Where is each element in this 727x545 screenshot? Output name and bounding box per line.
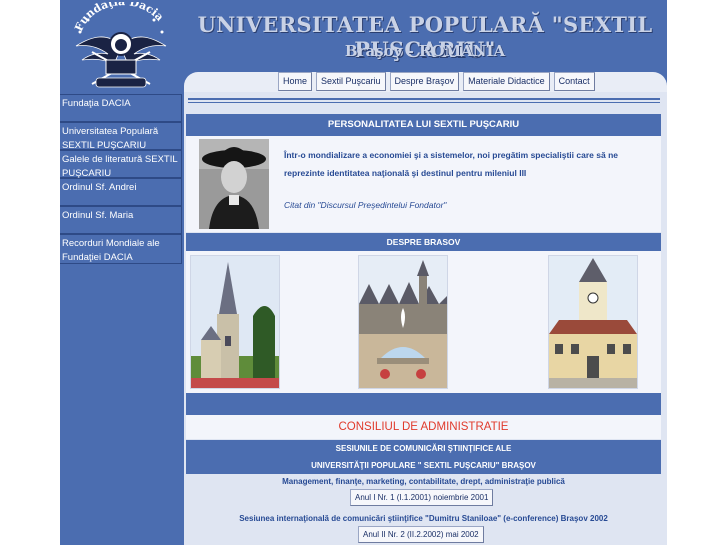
sidebar-item-galele-de-literatura[interactable]: Galele de literatură SEXTIL PUŞCARIU: [60, 150, 182, 179]
council-link[interactable]: CONSILIUL DE ADMINISTRATIE: [186, 415, 661, 439]
brasov-photos: [186, 251, 661, 393]
sidebar-item-fundatia-dacia[interactable]: Fundaţia DACIA: [60, 94, 182, 122]
brasov-church-photo[interactable]: [190, 255, 280, 389]
brasov-square-fountain-photo[interactable]: [358, 255, 448, 389]
management-topics: Management, finanţe, marketing, contabil…: [282, 477, 565, 486]
personality-section: Într-o mondializare a economiei şi a sis…: [186, 136, 661, 232]
brasov-heading: DESPRE BRASOV: [186, 233, 661, 251]
svg-text:Fundaţia Dacia: Fundaţia Dacia: [72, 2, 166, 33]
blue-separator: [186, 393, 661, 415]
nav-sextil-puscariu[interactable]: Sextil Puşcariu: [316, 72, 386, 91]
year1-issue-button[interactable]: Anul I Nr. 1 (I.1.2001) noiembrie 2001: [350, 489, 494, 506]
brasov-council-house-photo[interactable]: [548, 255, 638, 389]
nav-despre-brasov[interactable]: Despre Braşov: [389, 72, 460, 91]
page-wrapper: Fundaţia Dacia UNIVERSITATEA POPULARĂ "S…: [60, 0, 667, 545]
sessions-heading-line1: SESIUNILE DE COMUNICĂRI ŞTIINŢIFICE ALE: [335, 444, 512, 453]
divider: [188, 98, 660, 100]
personality-heading: PERSONALITATEA LUI SEXTIL PUŞCARIU: [186, 114, 661, 136]
nav-contact[interactable]: Contact: [553, 72, 595, 91]
quote-citation: Citat din "Discursul Preşedintelui Fonda…: [284, 200, 447, 210]
nav-materiale-didactice[interactable]: Materiale Didactice: [463, 72, 550, 91]
main-content: PERSONALITATEA LUI SEXTIL PUŞCARIU Într-…: [184, 92, 667, 545]
sidebar-item-ordinul-sf-andrei[interactable]: Ordinul Sf. Andrei: [60, 178, 182, 206]
sessions-heading: SESIUNILE DE COMUNICĂRI ŞTIINŢIFICE ALE …: [186, 440, 661, 474]
sidebar: Fundaţia DACIA Universitatea Populară SE…: [60, 92, 184, 545]
sessions-heading-line2: UNIVERSITĂŢII POPULARE " SEXTIL PUŞCARIU…: [311, 461, 536, 470]
year2-issue-button[interactable]: Anul II Nr. 2 (II.2.2002) mai 2002: [358, 526, 484, 543]
top-navigation: Home Sextil Puşcariu Despre Braşov Mater…: [278, 72, 595, 92]
sextil-puscariu-portrait: [199, 139, 269, 229]
divider: [188, 102, 660, 103]
conference-title: Sesiunea internaţională de comunicări şt…: [239, 514, 608, 523]
nav-home[interactable]: Home: [278, 72, 313, 91]
sidebar-item-universitatea-populara[interactable]: Universitatea Populară SEXTIL PUŞCARIU: [60, 122, 182, 151]
fundatia-dacia-logo[interactable]: Fundaţia Dacia: [62, 0, 180, 90]
page-subtitle: Braşov - ROMÂNIA: [344, 42, 506, 60]
sidebar-item-recorduri-mondiale[interactable]: Recorduri Mondiale ale Fundaţiei DACIA: [60, 234, 182, 264]
founder-quote: Într-o mondializare a economiei şi a sis…: [284, 150, 618, 178]
logo-text: Fundaţia Dacia: [72, 0, 166, 33]
sidebar-item-ordinul-sf-maria[interactable]: Ordinul Sf. Maria: [60, 206, 182, 234]
